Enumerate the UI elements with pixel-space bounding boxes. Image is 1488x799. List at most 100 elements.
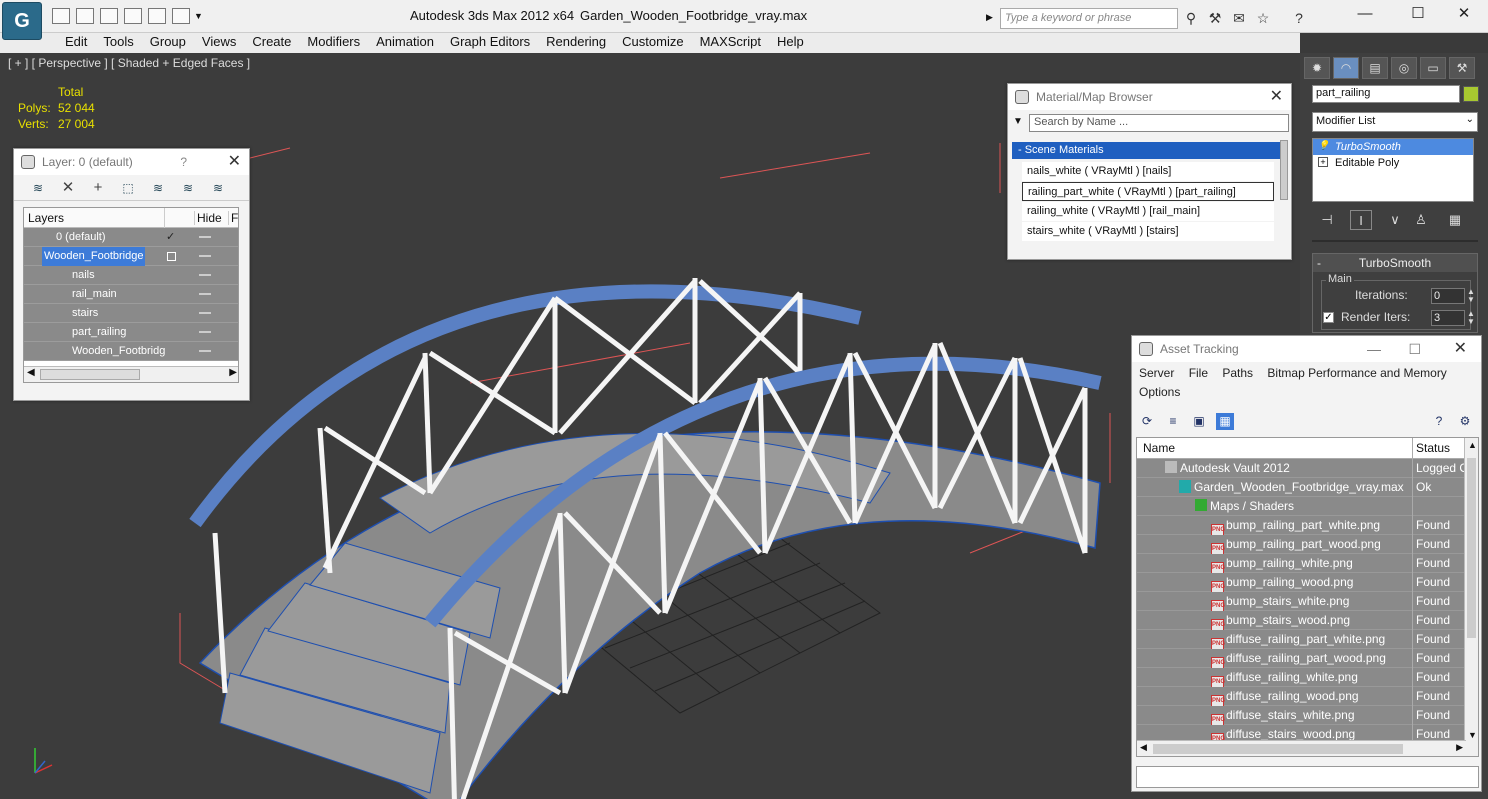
material-item[interactable]: nails_white ( VRayMtl ) [nails] <box>1022 162 1274 181</box>
project-folder-icon[interactable] <box>172 8 190 24</box>
col-layers[interactable]: Layers <box>28 211 64 225</box>
delete-layer-icon[interactable]: ✕ <box>60 180 76 196</box>
asset-close-button[interactable]: ✕ <box>1454 336 1467 362</box>
material-scrollbar[interactable] <box>1280 140 1288 200</box>
vault-help-icon[interactable]: ? <box>1430 413 1448 430</box>
layer-row-object[interactable]: stairs <box>24 304 238 323</box>
layer-window-titlebar[interactable]: Layer: 0 (default) ? ✕ <box>14 149 249 175</box>
asset-row[interactable]: PNGbump_railing_white.png Found <box>1137 554 1478 575</box>
asset-tracking-titlebar[interactable]: Asset Tracking — ☐ ✕ <box>1132 336 1481 362</box>
layer-help-button[interactable]: ? <box>180 149 187 175</box>
undo-icon[interactable] <box>124 8 142 24</box>
select-objects-icon[interactable]: ⬚ <box>120 180 136 196</box>
table-view-icon[interactable]: ▦ <box>1216 413 1234 430</box>
object-name-field[interactable]: part_railing <box>1312 85 1460 103</box>
asset-menu-server[interactable]: Server <box>1139 366 1174 380</box>
spinner-arrows-icon[interactable]: ▲ ▼ <box>1467 288 1475 304</box>
material-browser-titlebar[interactable]: Material/Map Browser ✕ <box>1008 84 1291 110</box>
hide-toggle[interactable] <box>199 255 211 257</box>
menu-animation[interactable]: Animation <box>368 33 442 53</box>
list-view-icon[interactable]: ≡ <box>1164 413 1182 430</box>
create-tab-icon[interactable]: ✹ <box>1304 57 1330 79</box>
menu-edit[interactable]: Edit <box>57 33 95 53</box>
asset-row[interactable]: PNGdiffuse_railing_wood.png Found <box>1137 687 1478 708</box>
asset-maximize-button[interactable]: ☐ <box>1408 336 1421 362</box>
tools-icon[interactable]: ⚒ <box>1206 9 1224 27</box>
menu-modifiers[interactable]: Modifiers <box>299 33 368 53</box>
asset-row[interactable]: PNGbump_railing_part_wood.png Found <box>1137 535 1478 556</box>
modifier-list-dropdown[interactable]: Modifier List ⌄ <box>1312 112 1478 132</box>
hide-toggle[interactable] <box>199 236 211 238</box>
open-file-icon[interactable] <box>76 8 94 24</box>
remove-modifier-icon[interactable]: ♙ <box>1410 210 1432 230</box>
layer-row-object[interactable]: part_railing <box>24 323 238 342</box>
iterations-spinner[interactable]: 0 <box>1431 288 1465 304</box>
set-active-box-icon[interactable] <box>167 252 176 261</box>
hide-toggle[interactable] <box>199 350 211 352</box>
asset-row[interactable]: PNGdiffuse_stairs_white.png Found <box>1137 706 1478 727</box>
render-iters-checkbox[interactable]: ✓ <box>1323 312 1334 323</box>
refresh-icon[interactable]: ⟳ <box>1138 413 1156 430</box>
col-hide[interactable]: Hide <box>194 211 222 225</box>
expand-plus-icon[interactable]: + <box>1318 157 1328 167</box>
turbosmooth-rollout-header[interactable]: - TurboSmooth <box>1313 254 1477 272</box>
browser-options-icon[interactable]: ▼ <box>1013 116 1023 127</box>
menu-customize[interactable]: Customize <box>614 33 691 53</box>
show-end-result-icon[interactable]: I <box>1350 210 1372 230</box>
modify-tab-icon[interactable]: ◠ <box>1333 57 1359 79</box>
asset-row[interactable]: Autodesk Vault 2012 Logged O <box>1137 459 1478 478</box>
favorites-star-icon[interactable]: ☆ <box>1254 9 1272 27</box>
menu-group[interactable]: Group <box>142 33 194 53</box>
layer-horizontal-scrollbar[interactable]: ◀ ▶ <box>24 366 238 382</box>
menu-rendering[interactable]: Rendering <box>538 33 614 53</box>
layer-row-object[interactable]: Wooden_Footbridg <box>24 342 238 361</box>
scene-materials-group[interactable]: - Scene Materials <box>1012 142 1282 159</box>
asset-horizontal-scrollbar[interactable]: ◀ ▶ <box>1137 740 1466 756</box>
configure-sets-icon[interactable]: ▦ <box>1444 210 1466 230</box>
spinner-arrows-icon[interactable]: ▲ ▼ <box>1467 310 1475 326</box>
col-name[interactable]: Name <box>1143 441 1175 455</box>
material-browser-close-button[interactable]: ✕ <box>1270 84 1283 110</box>
material-search-input[interactable]: Search by Name ... <box>1029 114 1289 132</box>
layer-row-wooden-footbridge[interactable]: Wooden_Footbridge <box>24 247 238 266</box>
help-icon[interactable]: ? <box>1290 9 1308 27</box>
stack-item-turbosmooth[interactable]: 💡 TurboSmooth <box>1313 139 1473 155</box>
minimize-button[interactable]: — <box>1345 4 1385 26</box>
menu-maxscript[interactable]: MAXScript <box>692 33 769 53</box>
menu-create[interactable]: Create <box>244 33 299 53</box>
menu-help[interactable]: Help <box>769 33 812 53</box>
asset-menu-paths[interactable]: Paths <box>1222 366 1253 380</box>
hide-toggle[interactable] <box>199 293 211 295</box>
maximize-button[interactable]: ☐ <box>1398 4 1438 26</box>
asset-row[interactable]: Garden_Wooden_Footbridge_vray.max Ok <box>1137 478 1478 497</box>
search-input[interactable]: Type a keyword or phrase <box>1000 8 1178 29</box>
display-tab-icon[interactable]: ▭ <box>1420 57 1446 79</box>
hide-toggle[interactable] <box>199 312 211 314</box>
app-logo-icon[interactable]: G <box>2 2 42 40</box>
asset-menu-bitmap[interactable]: Bitmap Performance and Memory <box>1267 366 1446 380</box>
material-item[interactable]: stairs_white ( VRayMtl ) [stairs] <box>1022 222 1274 241</box>
hierarchy-tab-icon[interactable]: ▤ <box>1362 57 1388 79</box>
highlight-layer-icon[interactable]: ≋ <box>150 180 166 196</box>
close-button[interactable]: ✕ <box>1444 4 1484 26</box>
lightbulb-icon[interactable]: 💡 <box>1318 141 1329 151</box>
layer-row-default[interactable]: 0 (default) ✓ <box>24 228 238 247</box>
layer-close-button[interactable]: ✕ <box>228 149 241 175</box>
asset-row[interactable]: Maps / Shaders <box>1137 497 1478 516</box>
asset-menu-options[interactable]: Options <box>1139 385 1180 399</box>
add-to-layer-icon[interactable]: + <box>90 180 106 196</box>
material-item[interactable]: railing_white ( VRayMtl ) [rail_main] <box>1022 202 1274 221</box>
active-layer-check-icon[interactable]: ✓ <box>166 228 175 247</box>
asset-row[interactable]: PNGdiffuse_railing_part_wood.png Found <box>1137 649 1478 670</box>
new-file-icon[interactable] <box>52 8 70 24</box>
hide-toggle[interactable] <box>199 331 211 333</box>
menu-graph-editors[interactable]: Graph Editors <box>442 33 538 53</box>
asset-row[interactable]: PNGbump_railing_part_white.png Found <box>1137 516 1478 537</box>
make-unique-icon[interactable]: ∨ <box>1384 210 1406 230</box>
collapse-icon[interactable]: - <box>1317 254 1321 272</box>
layer-row-object[interactable]: rail_main <box>24 285 238 304</box>
asset-row[interactable]: PNGbump_stairs_white.png Found <box>1137 592 1478 613</box>
col-status[interactable]: Status <box>1412 438 1450 459</box>
utilities-tab-icon[interactable]: ⚒ <box>1449 57 1475 79</box>
communication-center-icon[interactable]: ✉ <box>1230 9 1248 27</box>
